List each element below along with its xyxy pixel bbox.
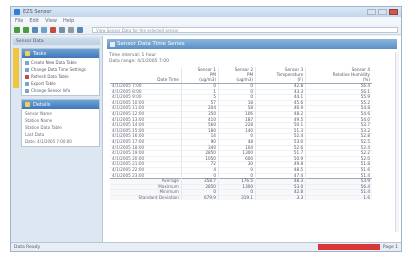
export-icon [25, 81, 29, 86]
toolbar: View Sensor Data for the selected sensor [11, 25, 401, 35]
application-window: EZS Sensor File Edit View Help View Sens… [10, 6, 402, 252]
menu-edit[interactable]: Edit [29, 18, 39, 24]
param-line: Data range: 4/1/2005 7:00 [109, 59, 169, 64]
summary-cell: 3.3 [255, 194, 306, 201]
close-button[interactable] [389, 9, 398, 15]
menu-help[interactable]: Help [63, 18, 74, 24]
summary-cell: 1.6 [305, 194, 372, 201]
details-icon [25, 102, 30, 107]
status-text: Data Ready [14, 244, 41, 250]
summary-cell: 319.1 [217, 194, 256, 201]
task-link[interactable]: Create New Data Table [25, 60, 96, 65]
detail-line: Sensor Name [25, 111, 52, 116]
save-icon[interactable] [59, 26, 65, 33]
tasks-panel-header[interactable]: Tasks [22, 49, 99, 58]
vertical-scrollbar[interactable] [395, 52, 399, 232]
window-controls [367, 9, 398, 15]
tasks-panel-title: Tasks [33, 50, 47, 57]
parameters: Time interval: 1 hour Data range: 4/1/20… [107, 49, 397, 67]
content-header: Sensor Data Time Series [107, 39, 397, 49]
page-indicator: Page 1 [382, 244, 398, 250]
left-pane: Sensor Data Tasks Create New Data Table … [11, 36, 103, 242]
back-icon[interactable] [14, 26, 20, 33]
menu-bar: File Edit View Help [11, 17, 401, 25]
app-icon [14, 9, 20, 15]
left-pane-header: Sensor Data [13, 38, 100, 45]
detail-line: Last Data [25, 132, 45, 137]
refresh-icon[interactable] [32, 26, 38, 33]
left-pane-tab-strip[interactable] [13, 48, 19, 88]
details-panel-header[interactable]: Details [22, 100, 99, 109]
detail-line: Station Name [25, 118, 53, 123]
minimize-button[interactable] [367, 9, 376, 15]
zoom-icon[interactable] [77, 26, 83, 33]
task-link[interactable]: Refresh Data Table [25, 74, 96, 79]
add-icon[interactable] [41, 26, 47, 33]
task-link[interactable]: Export Table [25, 81, 96, 86]
detail-line: Date: 4/1/2005 7:00:00 [25, 139, 72, 144]
main-body: Sensor Data Tasks Create New Data Table … [11, 36, 401, 242]
content-area: Sensor Data Time Series Time interval: 1… [103, 36, 401, 242]
chart-icon [110, 42, 115, 47]
task-link[interactable]: Change Data Time Settings [25, 67, 96, 72]
content-title: Sensor Data Time Series [117, 41, 185, 47]
print-icon[interactable] [68, 26, 74, 33]
summary-cell: 679.9 [180, 194, 219, 201]
address-bar[interactable]: View Sensor Data for the selected sensor [92, 26, 398, 33]
tasks-panel: Tasks Create New Data Table Change Data … [21, 48, 100, 96]
details-panel-title: Details [33, 101, 51, 108]
status-badge [317, 244, 380, 250]
forward-icon[interactable] [23, 26, 29, 33]
table-icon [25, 60, 29, 65]
menu-view[interactable]: View [45, 18, 57, 24]
title-bar: EZS Sensor [11, 7, 401, 17]
tasks-icon [25, 51, 30, 56]
status-bar: Data Ready Page 1 [11, 242, 401, 251]
menu-file[interactable]: File [15, 18, 23, 24]
summary-cell: Standard Deviation [110, 194, 182, 201]
maximize-button[interactable] [378, 9, 387, 15]
clock-icon [25, 67, 29, 72]
detail-line: Station Data Table [25, 125, 62, 130]
summary-row: Standard Deviation 679.9 319.1 3.3 1.6 [110, 194, 372, 201]
delete-icon[interactable] [50, 26, 56, 33]
task-link[interactable]: Change Sensor Info [25, 88, 96, 93]
refresh-icon [25, 74, 29, 79]
data-table: Sensor 1 Sensor 2 Sensor 3 Sensor 4 PM PM Temp… [110, 67, 372, 201]
window-title: EZS Sensor [23, 9, 52, 15]
details-panel: Details Sensor Name Station Name Station… [21, 99, 100, 147]
info-icon [25, 88, 29, 93]
